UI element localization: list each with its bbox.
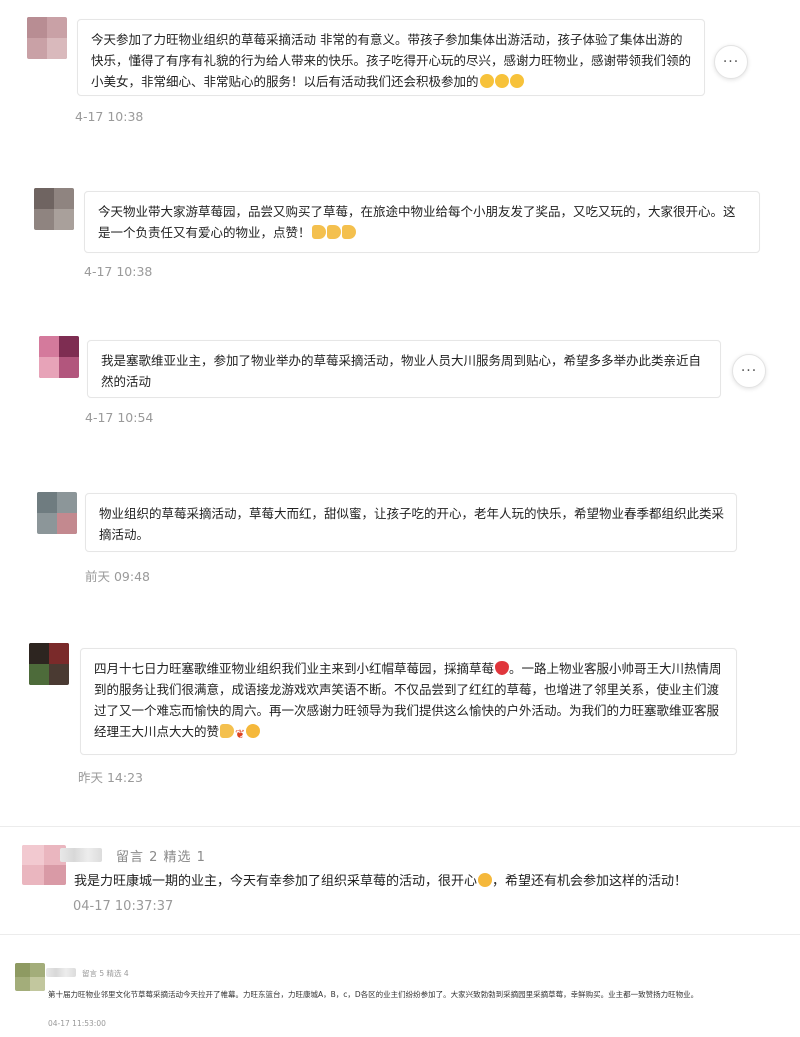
commenter-avatar[interactable] <box>37 492 77 534</box>
thumbs-up-emoji <box>220 724 235 738</box>
comment-time: 4-17 10:38 <box>75 109 144 124</box>
post-time: 04-17 11:53:00 <box>48 1019 106 1028</box>
commenter-avatar[interactable] <box>39 336 79 378</box>
comment-time: 前天 09:48 <box>85 569 150 584</box>
thumbs-up-emoji <box>311 225 326 239</box>
comment-bubble: 我是塞歌维亚业主，参加了物业举办的草莓采摘活动，物业人员大川服务周到贴心，希望多… <box>87 340 721 398</box>
more-options-button[interactable]: ··· <box>732 354 766 388</box>
strawberry-emoji <box>495 661 510 675</box>
post-stats: 留言 2 精选 1 <box>116 850 206 865</box>
star-emoji <box>509 74 524 88</box>
commenter-avatar[interactable] <box>27 17 67 59</box>
post-text: 第十届力旺物业邻里文化节草莓采摘活动今天拉开了帷幕。力旺东篮台，力旺康城A，B，… <box>48 990 699 999</box>
username-blurred <box>46 968 76 977</box>
comment-bubble: 今天物业带大家游草莓园，品尝又购买了草莓，在旅途中物业给每个小朋友发了奖品，又吃… <box>84 191 760 253</box>
comment-text: 今天物业带大家游草莓园，品尝又购买了草莓，在旅途中物业给每个小朋友发了奖品，又吃… <box>98 204 736 240</box>
star-emoji <box>479 74 494 88</box>
more-options-button[interactable]: ··· <box>714 45 748 79</box>
commenter-avatar[interactable] <box>29 643 69 685</box>
smile-emoji <box>478 873 493 887</box>
comment-text: 四月十七日力旺塞歌维亚物业组织我们业主来到小红帽草莓园，採摘草莓 <box>94 661 495 676</box>
comment-time: 昨天 14:23 <box>78 770 143 785</box>
comment-time: 4-17 10:38 <box>84 264 153 279</box>
smile-emoji <box>246 724 261 738</box>
comment-bubble: 今天参加了力旺物业组织的草莓采摘活动 非常的有意义。带孩子参加集体出游活动，孩子… <box>77 19 705 96</box>
post-text-part: ，希望还有机会参加这样的活动！ <box>492 874 688 889</box>
section-divider <box>0 826 800 827</box>
comment-text: 我是塞歌维亚业主，参加了物业举办的草莓采摘活动，物业人员大川服务周到贴心，希望多… <box>101 353 702 389</box>
comment-text: 物业组织的草莓采摘活动，草莓大而红，甜似蜜，让孩子吃的开心，老年人玩的快乐，希望… <box>99 506 725 542</box>
more-icon: ··· <box>722 54 740 70</box>
star-emoji <box>494 74 509 88</box>
more-icon: ··· <box>740 363 758 379</box>
comment-text: 今天参加了力旺物业组织的草莓采摘活动 非常的有意义。带孩子参加集体出游活动，孩子… <box>91 32 692 89</box>
username-blurred <box>60 848 102 862</box>
post-time: 04-17 10:37:37 <box>73 899 174 914</box>
post-stats: 留言 5 精选 4 <box>82 969 129 978</box>
thumbs-up-emoji <box>326 225 341 239</box>
comment-bubble: 物业组织的草莓采摘活动，草莓大而红，甜似蜜，让孩子吃的开心，老年人玩的快乐，希望… <box>85 493 737 552</box>
post-text: 我是力旺康城一期的业主，今天有幸参加了组织采草莓的活动，很开心 ，希望还有机会参加… <box>74 872 754 892</box>
rose-emoji: ❦ <box>235 727 246 741</box>
post-text-part: 我是力旺康城一期的业主，今天有幸参加了组织采草莓的活动，很开心 <box>74 874 478 889</box>
comment-bubble: 四月十七日力旺塞歌维亚物业组织我们业主来到小红帽草莓园，採摘草莓 。一路上物业客服… <box>80 648 737 755</box>
thumbs-up-emoji <box>341 225 356 239</box>
commenter-avatar[interactable] <box>34 188 74 230</box>
section-divider <box>0 934 800 935</box>
post-avatar[interactable] <box>15 963 45 991</box>
comment-time: 4-17 10:54 <box>85 410 154 425</box>
